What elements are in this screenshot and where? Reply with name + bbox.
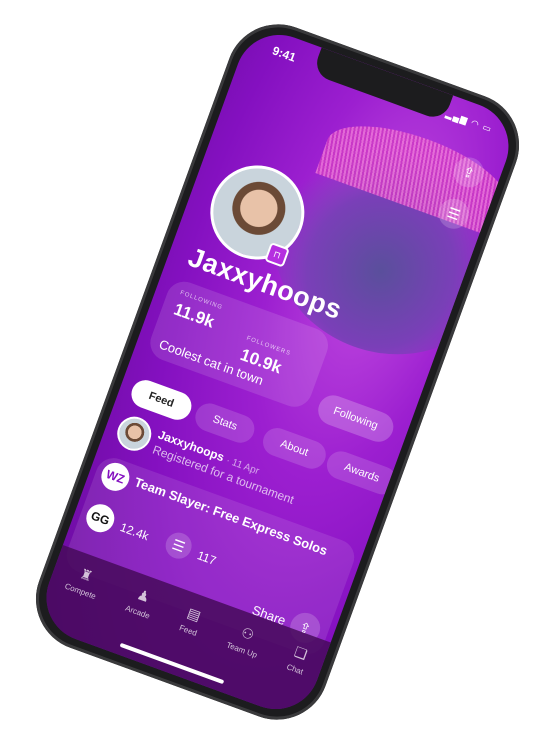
tab-awards[interactable]: Awards: [322, 447, 401, 499]
share-icon: ⇪: [460, 162, 478, 182]
gg-logo: GG: [82, 500, 119, 537]
wz-logo: WZ: [97, 458, 134, 495]
following-button[interactable]: Following: [313, 390, 398, 447]
nav-label: Compete: [63, 581, 98, 602]
nav-compete[interactable]: ♜ Compete: [49, 562, 104, 641]
screen: 9:41 ▂▄▆ ◠ ▭ ⇪ ☰ ⊓ Jaxxyhoops FOLLOWING …: [34, 22, 521, 722]
tab-stats[interactable]: Stats: [191, 399, 259, 447]
chat-icon: ☰: [445, 203, 463, 223]
status-icons: ▂▄▆ ◠ ▭: [444, 108, 494, 135]
trophy-icon: ♜: [77, 565, 95, 585]
views-count: 12.4k: [118, 520, 151, 544]
nav-label: Chat: [285, 662, 305, 677]
comment-button[interactable]: ☰: [161, 528, 196, 563]
chat-icon: ❏: [292, 643, 310, 663]
team-icon: ⚇: [239, 623, 257, 644]
nav-label: Feed: [178, 623, 199, 638]
feed-avatar: [112, 411, 157, 456]
tournament-title: Team Slayer: Free Express Solos: [132, 474, 330, 559]
tab-about[interactable]: About: [259, 424, 330, 473]
arcade-icon: ♟: [134, 586, 153, 606]
nav-team-up[interactable]: ⚇ Team Up: [211, 621, 266, 700]
feed-icon: ▤: [185, 604, 204, 624]
nav-chat[interactable]: ❏ Chat: [271, 643, 312, 716]
nav-label: Arcade: [124, 603, 152, 621]
comment-count: 117: [195, 548, 219, 568]
phone-frame: 9:41 ▂▄▆ ◠ ▭ ⇪ ☰ ⊓ Jaxxyhoops FOLLOWING …: [21, 9, 534, 735]
comment-icon: ☰: [170, 535, 188, 555]
status-time: 9:41: [270, 43, 298, 65]
nav-label: Team Up: [225, 640, 259, 660]
notch: [311, 47, 453, 122]
